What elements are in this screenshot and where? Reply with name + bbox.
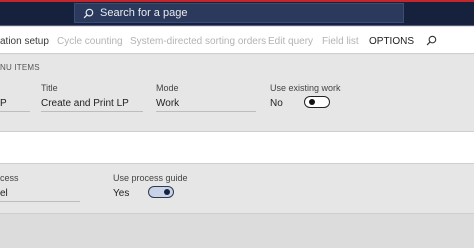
- navigation-bar: Search for a page: [0, 0, 474, 26]
- use-process-guide-value: Yes: [113, 188, 130, 199]
- use-existing-work-label: Use existing work: [270, 83, 341, 93]
- action-pane: ation setup Cycle counting System-direct…: [0, 27, 474, 54]
- section-header-menu-items: NU ITEMS: [0, 63, 40, 72]
- search-placeholder: Search for a page: [100, 7, 188, 19]
- search-icon: [83, 8, 94, 18]
- toggle-knob: [309, 99, 315, 105]
- title-field[interactable]: Create and Print LP: [41, 96, 143, 112]
- mode-label: Mode: [156, 83, 179, 93]
- action-cycle-counting[interactable]: Cycle counting: [57, 36, 123, 47]
- action-options[interactable]: OPTIONS: [369, 36, 414, 47]
- page-footer-area: [0, 214, 474, 248]
- action-field-list[interactable]: Field list: [322, 36, 359, 47]
- section-divider: [0, 131, 474, 164]
- action-system-directed-sorting-orders[interactable]: System-directed sorting orders: [130, 36, 266, 47]
- toggle-knob: [164, 189, 170, 195]
- use-existing-work-value: No: [270, 98, 283, 109]
- menu-item-field[interactable]: P: [0, 96, 30, 112]
- mode-field[interactable]: Work: [156, 96, 256, 112]
- search-box[interactable]: Search for a page: [74, 3, 404, 23]
- action-edit-query[interactable]: Edit query: [268, 36, 313, 47]
- use-existing-work-toggle[interactable]: [304, 96, 330, 108]
- use-process-guide-label: Use process guide: [113, 173, 188, 183]
- menu-items-section: [0, 55, 474, 131]
- process-label: cess: [0, 173, 19, 183]
- use-process-guide-toggle[interactable]: [148, 186, 174, 198]
- action-search-icon[interactable]: [426, 35, 437, 46]
- title-label: Title: [41, 83, 58, 93]
- process-field[interactable]: el: [0, 186, 80, 202]
- accent-line: [0, 0, 474, 2]
- action-location-setup[interactable]: ation setup: [0, 36, 49, 47]
